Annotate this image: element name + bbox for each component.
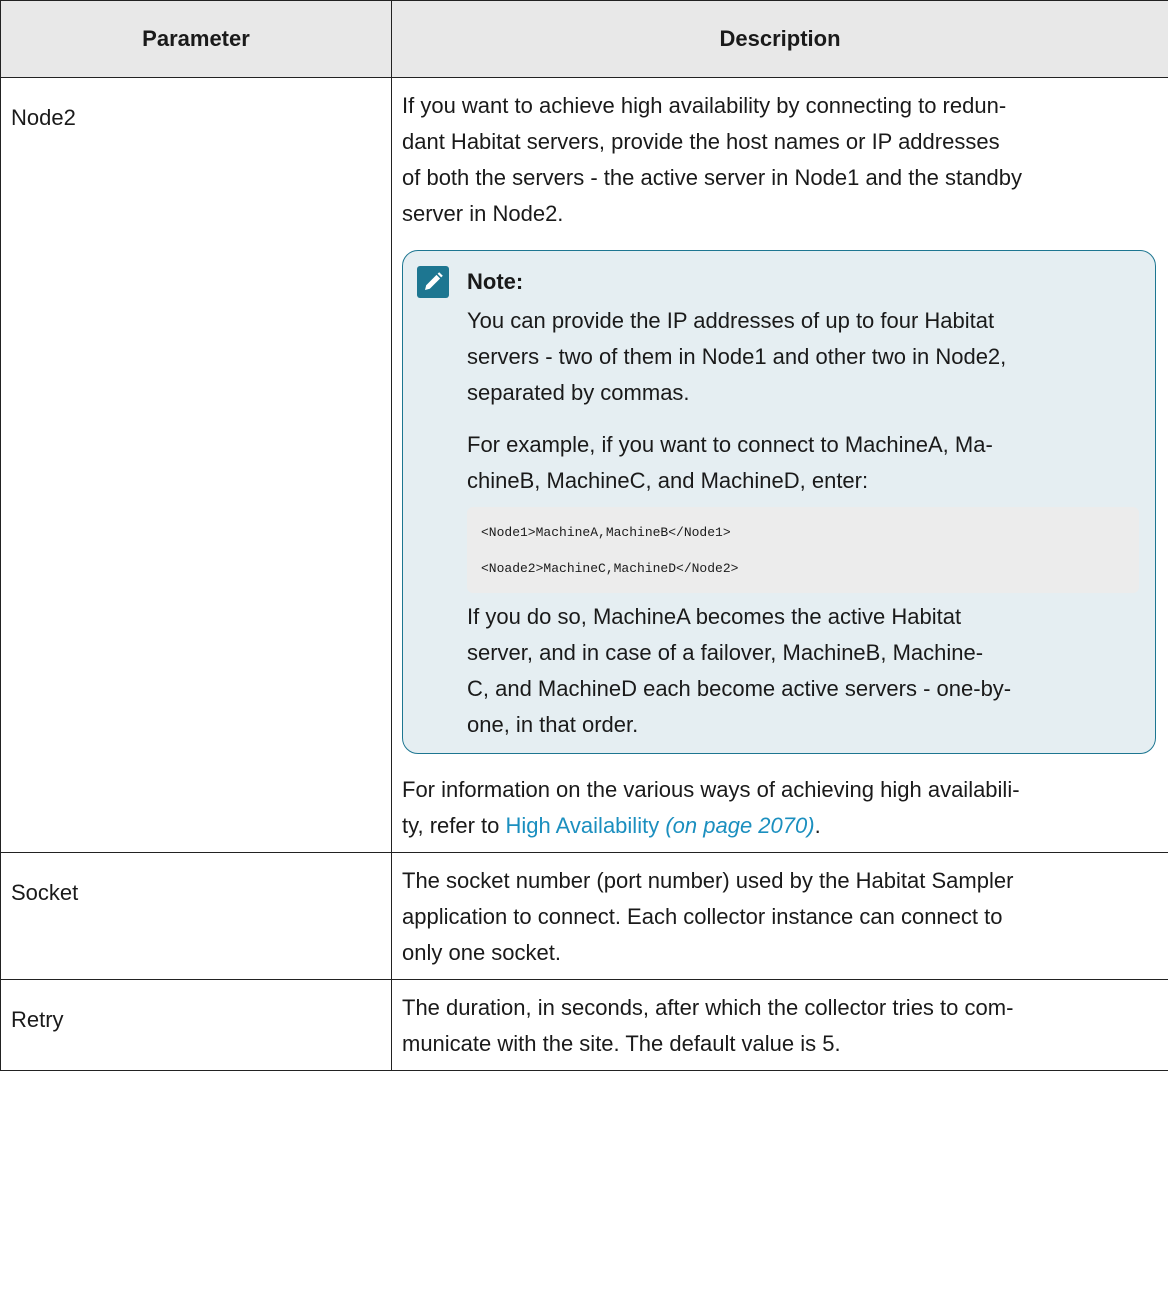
- page-reference[interactable]: (on page 2070): [665, 813, 814, 838]
- note-header: Note:: [417, 265, 1139, 299]
- parameter-description: The duration, in seconds, after which th…: [391, 979, 1168, 1071]
- note-body: You can provide the IP addresses of up t…: [467, 303, 1139, 743]
- description-text: The socket number (port number) used by …: [402, 863, 1156, 971]
- text-fragment: .: [814, 813, 821, 838]
- header-parameter: Parameter: [0, 0, 392, 78]
- text-line: server in Node2.: [402, 201, 564, 226]
- table-row: Socket The socket number (port number) u…: [0, 852, 1168, 980]
- text-line: For example, if you want to connect to M…: [467, 432, 993, 457]
- text-line: If you do so, MachineA becomes the activ…: [467, 604, 962, 629]
- header-row: Parameter Description: [0, 0, 1168, 78]
- table-row: Retry The duration, in seconds, after wh…: [0, 979, 1168, 1071]
- text-line: chineB, MachineC, and MachineD, enter:: [467, 468, 869, 493]
- note-title: Note:: [467, 269, 524, 294]
- text-line: server, and in case of a failover, Machi…: [467, 640, 984, 665]
- table-row: Node2 If you want to achieve high availa…: [0, 77, 1168, 853]
- high-availability-link[interactable]: High Availability (on page 2070): [506, 813, 815, 838]
- note-paragraph: If you do so, MachineA becomes the activ…: [467, 599, 1139, 743]
- text-line: municate with the site. The default valu…: [402, 1031, 841, 1056]
- description-text: The duration, in seconds, after which th…: [402, 990, 1156, 1062]
- text-line: C, and MachineD each become active serve…: [467, 676, 1012, 701]
- text-line: You can provide the IP addresses of up t…: [467, 308, 995, 333]
- code-block: <Node1>MachineA,MachineB</Node1> <Noade2…: [467, 507, 1139, 593]
- parameter-name: Retry: [0, 979, 392, 1071]
- note-paragraph: For example, if you want to connect to M…: [467, 427, 1139, 499]
- code-line: <Noade2>MachineC,MachineD</Node2>: [481, 561, 739, 576]
- parameter-name: Node2: [0, 77, 392, 853]
- text-line: The duration, in seconds, after which th…: [402, 995, 1014, 1020]
- parameter-description: If you want to achieve high availability…: [391, 77, 1168, 853]
- text-line: one, in that order.: [467, 712, 639, 737]
- description-text: If you want to achieve high availability…: [402, 88, 1156, 232]
- text-line: application to connect. Each collector i…: [402, 904, 1003, 929]
- text-line: The socket number (port number) used by …: [402, 868, 1014, 893]
- link-text[interactable]: High Availability: [506, 813, 660, 838]
- text-line: separated by commas.: [467, 380, 690, 405]
- text-line: For information on the various ways of a…: [402, 777, 1020, 802]
- after-note-text: For information on the various ways of a…: [402, 772, 1156, 844]
- pencil-icon: [417, 266, 449, 298]
- text-line: dant Habitat servers, provide the host n…: [402, 129, 1000, 154]
- text-line: servers - two of them in Node1 and other…: [467, 344, 1007, 369]
- text-line: only one socket.: [402, 940, 561, 965]
- note-box: Note: You can provide the IP addresses o…: [402, 250, 1156, 754]
- text-fragment: ty, refer to: [402, 813, 506, 838]
- text-line: of both the servers - the active server …: [402, 165, 1023, 190]
- parameter-name: Socket: [0, 852, 392, 980]
- parameter-description: The socket number (port number) used by …: [391, 852, 1168, 980]
- code-line: <Node1>MachineA,MachineB</Node1>: [481, 525, 731, 540]
- note-paragraph: You can provide the IP addresses of up t…: [467, 303, 1139, 411]
- text-line: If you want to achieve high availability…: [402, 93, 1007, 118]
- parameters-table: Parameter Description Node2 If you want …: [0, 0, 1168, 1071]
- header-description: Description: [391, 0, 1168, 78]
